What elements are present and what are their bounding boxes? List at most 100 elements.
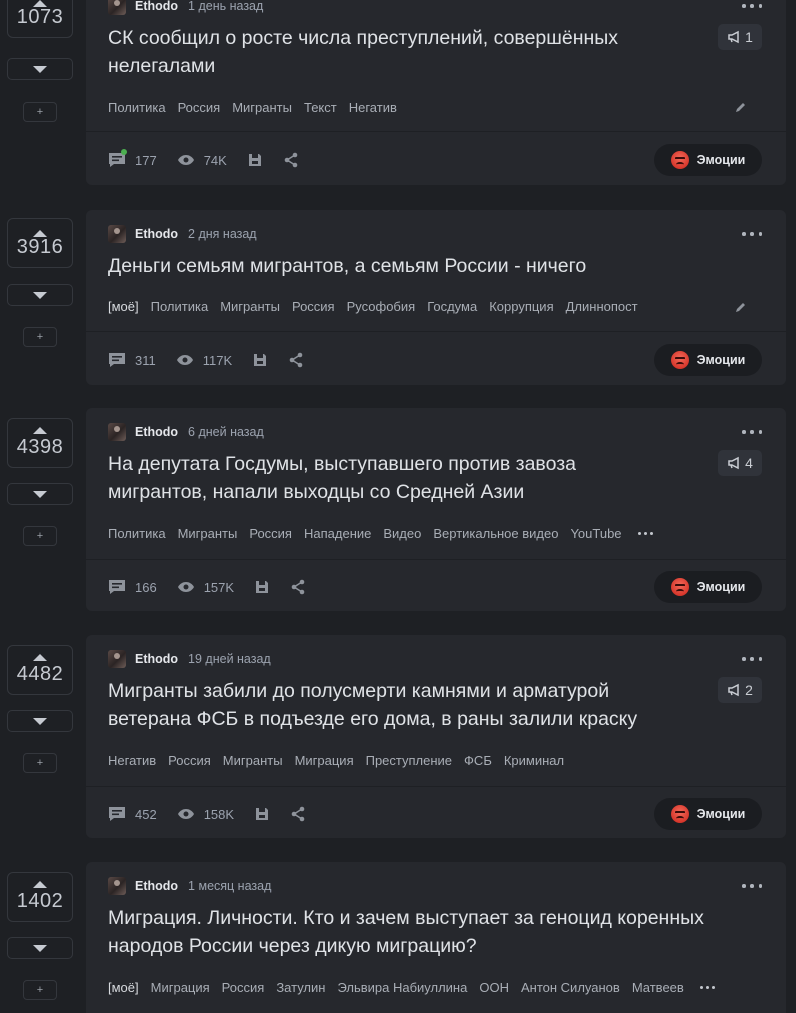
emotions-button[interactable]: Эмоции [654,144,762,176]
tag[interactable]: Нападение [304,526,371,541]
share-button[interactable] [290,579,306,595]
author-name[interactable]: Ethodo [135,652,178,666]
post-title[interactable]: Деньги семьям мигрантов, а семьям России… [108,252,668,280]
save-button[interactable] [254,806,270,822]
downvote-button[interactable] [7,937,73,959]
tag[interactable]: Россия [178,100,221,115]
save-button[interactable] [247,152,263,168]
tag[interactable]: ФСБ [464,753,492,768]
post-time[interactable]: 1 день назад [188,0,263,13]
tag[interactable]: Мигранты [223,753,283,768]
more-icon[interactable] [742,424,762,440]
tag[interactable]: Длиннопост [566,299,638,314]
downvote-button[interactable] [7,710,73,732]
post-title[interactable]: Миграция. Личности. Кто и зачем выступае… [108,904,748,960]
upvote-button[interactable] [7,218,73,248]
add-button[interactable]: + [23,980,57,1000]
more-icon[interactable] [742,651,762,667]
comments-button[interactable]: 166 [108,579,157,595]
tag[interactable]: Коррупция [489,299,553,314]
tag[interactable]: Криминал [504,753,564,768]
more-icon[interactable] [742,226,762,242]
post-time[interactable]: 1 месяц назад [188,879,271,893]
save-button[interactable] [252,352,268,368]
author-name[interactable]: Ethodo [135,227,178,241]
avatar[interactable] [108,877,126,895]
tag[interactable]: YouTube [570,526,621,541]
mine-tag[interactable]: [моё] [108,980,139,995]
divider [86,786,786,787]
tag[interactable]: Россия [249,526,292,541]
tag[interactable]: Негатив [108,753,156,768]
add-button[interactable]: + [23,327,57,347]
vote-panel: 4398 + [7,408,73,546]
tag[interactable]: Мигранты [220,299,280,314]
add-button[interactable]: + [23,526,57,546]
post-title[interactable]: СК сообщил о росте числа преступлений, с… [108,24,668,80]
share-button[interactable] [288,352,304,368]
tag[interactable]: Русофобия [347,299,416,314]
author-name[interactable]: Ethodo [135,425,178,439]
more-tags-icon[interactable] [699,985,715,989]
tag[interactable]: Миграция [295,753,354,768]
post-time[interactable]: 19 дней назад [188,652,271,666]
community-badge[interactable]: 2 [718,677,762,703]
post-time[interactable]: 2 дня назад [188,227,257,241]
post-title[interactable]: Мигранты забили до полусмерти камнями и … [108,677,668,733]
tag[interactable]: Затулин [276,980,325,995]
tag[interactable]: Россия [222,980,265,995]
comments-button[interactable]: 452 [108,806,157,822]
community-badge[interactable]: 4 [718,450,762,476]
upvote-button[interactable] [7,642,73,672]
emotions-label: Эмоции [696,353,746,367]
mine-tag[interactable]: [моё] [108,299,139,314]
add-button[interactable]: + [23,102,57,122]
tag[interactable]: Россия [292,299,335,314]
tag[interactable]: Мигранты [178,526,238,541]
comments-button[interactable]: 311 [108,352,156,368]
downvote-button[interactable] [7,58,73,80]
avatar[interactable] [108,0,126,15]
author-name[interactable]: Ethodo [135,879,178,893]
more-icon[interactable] [742,0,762,14]
add-button[interactable]: + [23,753,57,773]
more-icon[interactable] [742,878,762,894]
tag[interactable]: Политика [151,299,209,314]
save-button[interactable] [254,579,270,595]
share-button[interactable] [283,152,299,168]
tag[interactable]: Миграция [151,980,210,995]
avatar[interactable] [108,225,126,243]
tag[interactable]: Антон Силуанов [521,980,620,995]
tag[interactable]: Преступление [366,753,452,768]
emotions-button[interactable]: Эмоции [654,798,762,830]
share-button[interactable] [290,806,306,822]
author-name[interactable]: Ethodo [135,0,178,13]
tag[interactable]: Текст [304,100,337,115]
tag[interactable]: Политика [108,526,166,541]
community-badge[interactable]: 1 [718,24,762,50]
tag[interactable]: Мигранты [232,100,292,115]
tag[interactable]: Негатив [349,100,397,115]
tag[interactable]: ООН [479,980,509,995]
comments-button[interactable]: 177 [108,149,157,168]
tag[interactable]: Госдума [427,299,477,314]
downvote-button[interactable] [7,483,73,505]
tag[interactable]: Матвеев [632,980,684,995]
tag[interactable]: Политика [108,100,166,115]
avatar[interactable] [108,650,126,668]
post-title[interactable]: На депутата Госдумы, выступавшего против… [108,450,668,506]
post-time[interactable]: 6 дней назад [188,425,264,439]
emotions-button[interactable]: Эмоции [654,571,762,603]
tag[interactable]: Россия [168,753,211,768]
downvote-button[interactable] [7,284,73,306]
tag[interactable]: Видео [383,526,421,541]
edit-icon[interactable] [734,300,748,314]
edit-icon[interactable] [734,100,748,114]
tag[interactable]: Эльвира Набиуллина [337,980,467,995]
upvote-button[interactable] [7,869,73,899]
more-tags-icon[interactable] [637,531,653,535]
upvote-button[interactable] [7,415,73,445]
emotions-button[interactable]: Эмоции [654,344,762,376]
avatar[interactable] [108,423,126,441]
tag[interactable]: Вертикальное видео [433,526,558,541]
